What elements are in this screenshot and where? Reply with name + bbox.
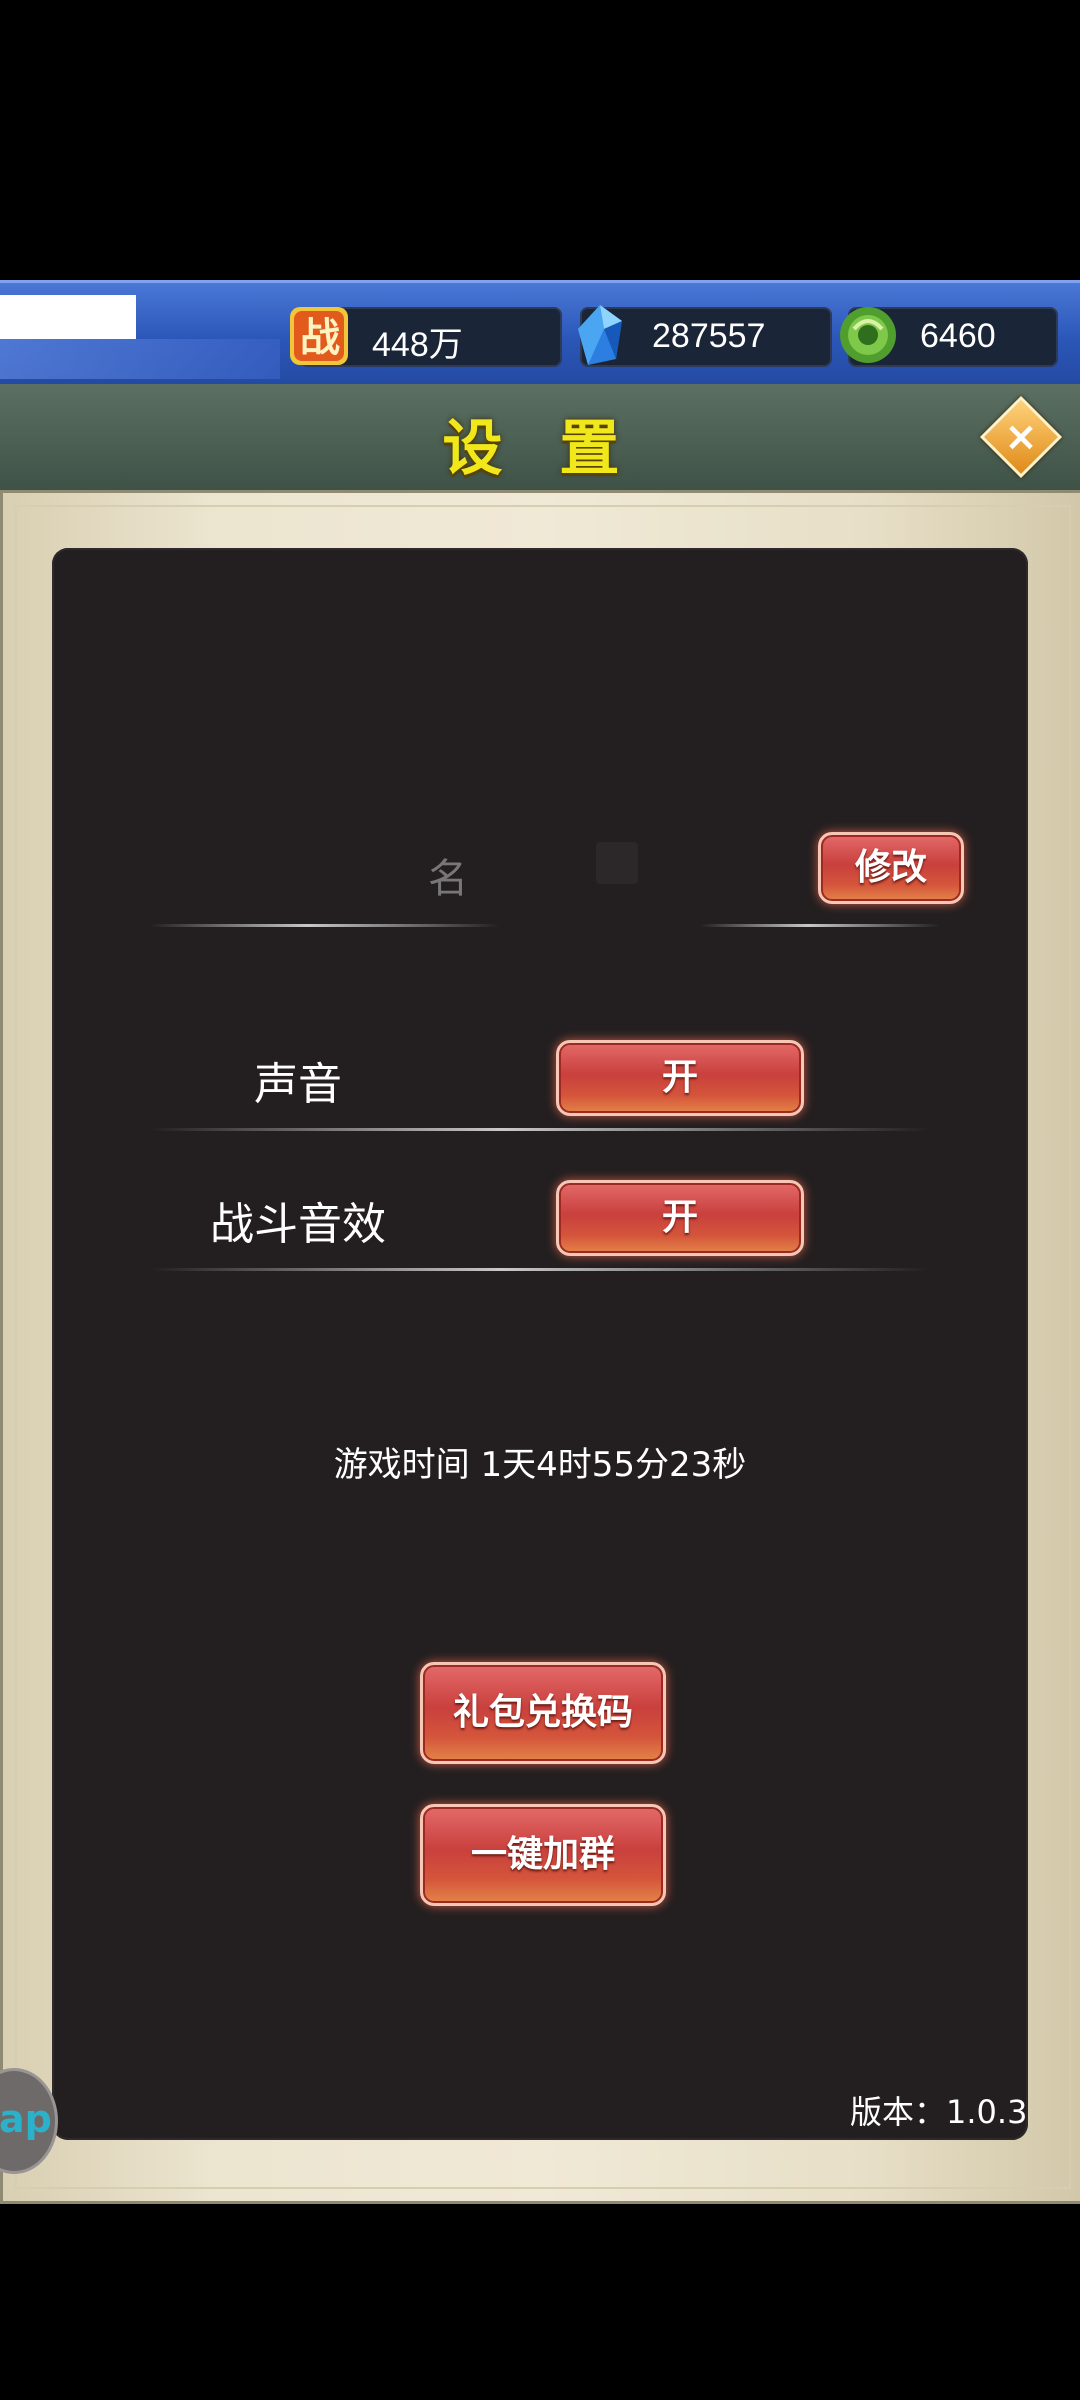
- battle-sfx-label: 战斗音效: [210, 1199, 386, 1250]
- jade-coin-display: 6460: [840, 307, 1058, 367]
- divider: [150, 1268, 930, 1271]
- version-label: 版本：1.0.3: [850, 2093, 1028, 2131]
- divider: [150, 1128, 930, 1131]
- player-name-blurred: 名: [428, 856, 468, 902]
- floating-button-label: ap: [0, 2097, 52, 2141]
- resource-bar: 战 448万 287557 6460: [0, 280, 1080, 388]
- player-info-blurred-bg: [0, 339, 280, 379]
- battle-sfx-toggle-button[interactable]: 开: [556, 1180, 804, 1256]
- divider: [150, 924, 500, 927]
- battle-power-icon: 战: [290, 307, 348, 365]
- player-info-blurred: [0, 295, 136, 339]
- player-name-blurred-box: [596, 842, 638, 884]
- sound-toggle-button[interactable]: 开: [556, 1040, 804, 1116]
- sound-label: 声音: [254, 1059, 342, 1110]
- play-time: 游戏时间 1天4时55分23秒: [333, 1445, 747, 1485]
- page-title: 设 置: [442, 414, 638, 484]
- join-group-button[interactable]: 一键加群: [420, 1804, 666, 1906]
- crystal-display: 287557: [578, 305, 832, 367]
- crystal-icon: [578, 305, 622, 365]
- divider: [700, 924, 940, 927]
- gift-code-button[interactable]: 礼包兑换码: [420, 1662, 666, 1764]
- battle-power-value: 448万: [372, 326, 463, 364]
- jade-coin-icon: [840, 307, 896, 363]
- svg-text:战: 战: [300, 315, 340, 361]
- jade-coin-value: 6460: [920, 317, 996, 355]
- crystal-value: 287557: [652, 317, 766, 355]
- settings-header: 设 置 ×: [0, 384, 1080, 494]
- battle-power-display: 战 448万: [290, 307, 562, 367]
- edit-name-button[interactable]: 修改: [818, 832, 964, 904]
- close-icon: ×: [1004, 414, 1038, 460]
